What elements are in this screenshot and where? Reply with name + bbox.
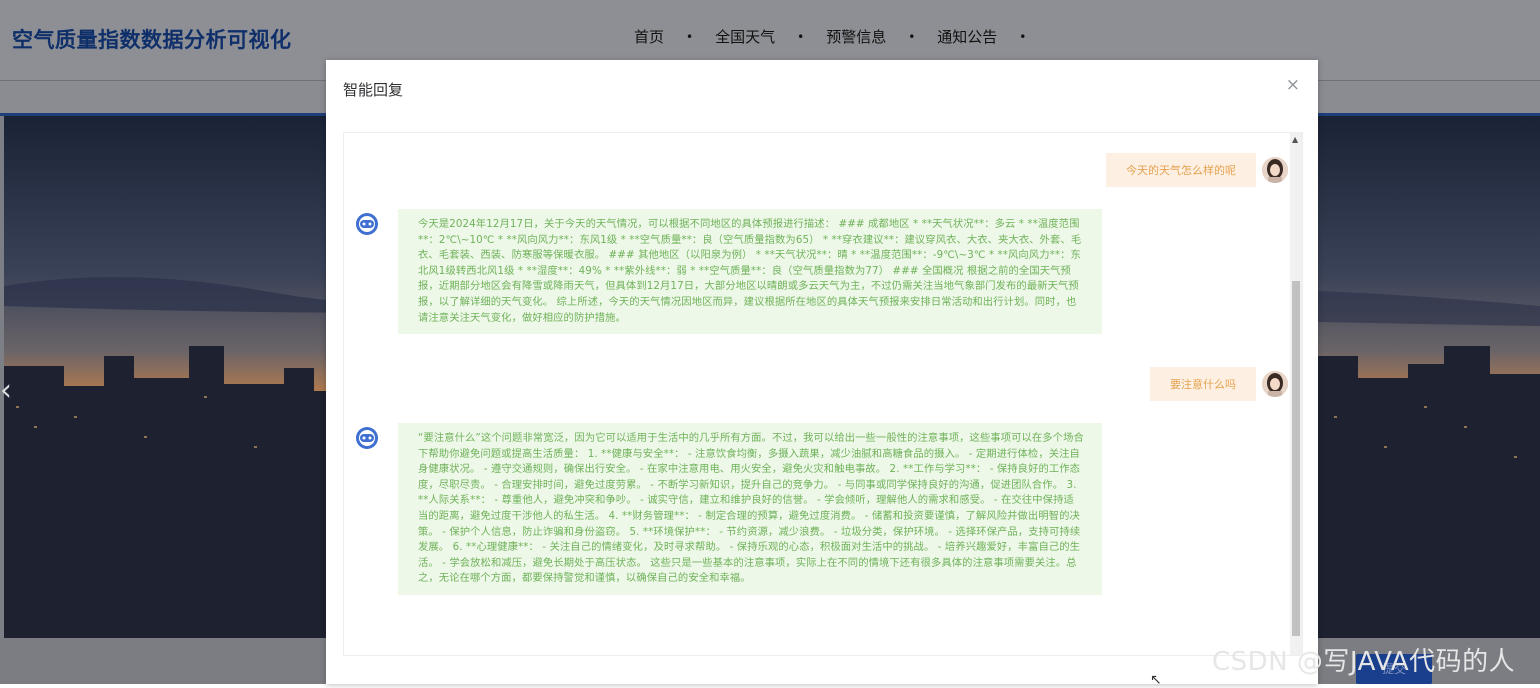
user-message: 今天的天气怎么样的呢 [1106, 153, 1288, 187]
robot-icon [354, 211, 380, 237]
chat-scrollbar[interactable]: ▲ [1290, 133, 1302, 655]
nav-separator: • [686, 29, 694, 44]
nav-separator: • [797, 29, 805, 44]
nav-separator: • [908, 29, 916, 44]
user-avatar [1262, 371, 1288, 397]
bot-message: 今天是2024年12月17日，关于今天的天气情况，可以根据不同地区的具体预报进行… [354, 209, 1102, 335]
bot-message: “要注意什么”这个问题非常宽泛，因为它可以适用于生活中的几乎所有方面。不过，我可… [354, 423, 1102, 595]
scroll-up-arrow-icon[interactable]: ▲ [1292, 135, 1298, 144]
nav-separator: • [1019, 29, 1027, 44]
nav-item-national-weather[interactable]: 全国天气 [715, 26, 775, 47]
user-avatar [1262, 157, 1288, 183]
bot-message-bubble: “要注意什么”这个问题非常宽泛，因为它可以适用于生活中的几乎所有方面。不过，我可… [398, 423, 1102, 595]
user-message-bubble: 今天的天气怎么样的呢 [1106, 153, 1256, 187]
user-message: 要注意什么吗 [1150, 367, 1288, 401]
user-message-bubble: 要注意什么吗 [1150, 367, 1256, 401]
dialog-title: 智能回复 [343, 81, 404, 99]
csdn-watermark: CSDN @写JAVA代码的人 [1212, 647, 1516, 677]
nav-item-home[interactable]: 首页 [634, 26, 664, 47]
main-nav: 首页 • 全国天气 • 预警信息 • 通知公告 • [634, 26, 1048, 47]
scroll-thumb[interactable] [1292, 281, 1300, 636]
bot-message-bubble: 今天是2024年12月17日，关于今天的天气情况，可以根据不同地区的具体预报进行… [398, 209, 1102, 335]
chat-message-list[interactable]: 今天的天气怎么样的呢 今天是2024年12月17日，关于今天的天气情况，可以根据… [343, 132, 1303, 656]
nav-item-notices[interactable]: 通知公告 [937, 26, 997, 47]
nav-item-warnings[interactable]: 预警信息 [826, 26, 886, 47]
mouse-cursor-icon: ↖ [1150, 672, 1162, 688]
site-title: 空气质量指数数据分析可视化 [12, 28, 292, 52]
carousel-prev-arrow-icon[interactable]: ‹ [0, 376, 18, 406]
smart-reply-dialog: 智能回复 × 今天的天气怎么样的呢 今天是2024年12月17日，关于今天的天气… [326, 60, 1318, 684]
close-icon[interactable]: × [1286, 75, 1300, 95]
robot-icon [354, 425, 380, 451]
